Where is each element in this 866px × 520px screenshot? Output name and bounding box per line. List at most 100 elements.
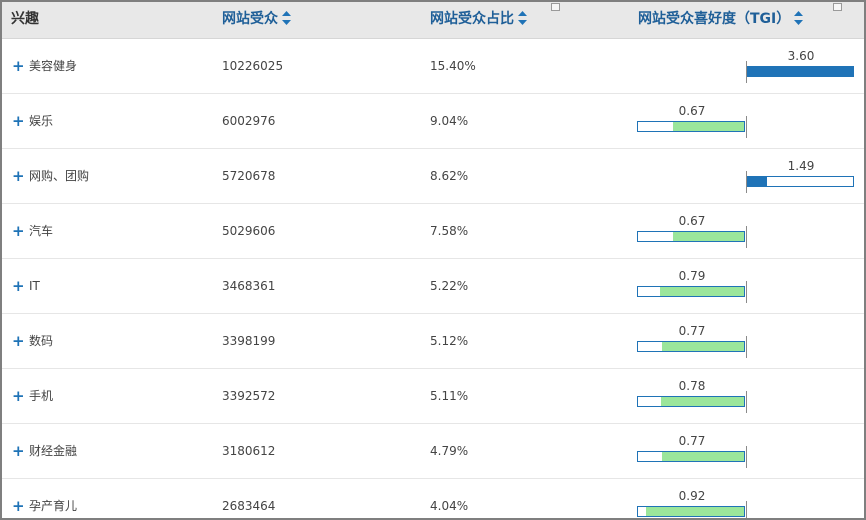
audience-share: 9.04% <box>430 114 469 128</box>
interest-name: 数码 <box>29 334 54 348</box>
tgi-bar-fill <box>747 177 767 186</box>
table-row: + 娱乐 6002976 9.04% 0.67 <box>2 94 864 149</box>
audience-share: 4.04% <box>430 499 469 513</box>
tgi-bar <box>637 341 745 352</box>
audience-count: 5720678 <box>222 169 276 183</box>
plus-icon[interactable]: + <box>12 369 25 423</box>
tgi-baseline <box>746 226 747 248</box>
audience-count: 2683464 <box>222 499 276 513</box>
plus-icon[interactable]: + <box>12 314 25 368</box>
plus-icon[interactable]: + <box>12 39 25 93</box>
tgi-baseline <box>746 116 747 138</box>
tgi-baseline <box>746 171 747 193</box>
tgi-value: 0.77 <box>678 324 706 338</box>
header-share[interactable]: 网站受众占比 <box>430 2 527 38</box>
table-row: + 数码 3398199 5.12% 0.77 <box>2 314 864 369</box>
audience-count: 3180612 <box>222 444 276 458</box>
audience-share: 15.40% <box>430 59 476 73</box>
tgi-value: 0.77 <box>678 434 706 448</box>
audience-count: 3398199 <box>222 334 276 348</box>
table-row: + 孕产育儿 2683464 4.04% 0.92 <box>2 479 864 518</box>
table-row: + 手机 3392572 5.11% 0.78 <box>2 369 864 424</box>
sort-icon[interactable] <box>794 11 804 25</box>
table-row: + 财经金融 3180612 4.79% 0.77 <box>2 424 864 479</box>
audience-share: 8.62% <box>430 169 469 183</box>
interest-name: 娱乐 <box>29 114 54 128</box>
tgi-baseline <box>746 446 747 468</box>
tgi-bar-cell: 1.49 <box>627 149 864 203</box>
audience-share: 5.12% <box>430 334 469 348</box>
interest-name: 美容健身 <box>29 59 78 73</box>
tgi-bar <box>746 66 854 77</box>
tgi-bar <box>637 506 745 517</box>
tgi-value: 0.79 <box>678 269 706 283</box>
tgi-bar-cell: 0.92 <box>627 479 864 518</box>
tgi-bar-cell: 0.67 <box>627 204 864 258</box>
audience-count: 3468361 <box>222 279 276 293</box>
audience-count: 5029606 <box>222 224 276 238</box>
column-menu-icon[interactable] <box>551 3 560 11</box>
table-header: 兴趣 网站受众 网站受众占比 网站受众喜好度（TGI） <box>2 2 864 39</box>
tgi-bar <box>746 176 854 187</box>
tgi-bar-cell: 0.77 <box>627 314 864 368</box>
tgi-value: 3.60 <box>787 49 815 63</box>
interest-name: 手机 <box>29 389 54 403</box>
plus-icon[interactable]: + <box>12 479 25 518</box>
audience-count: 6002976 <box>222 114 276 128</box>
plus-icon[interactable]: + <box>12 424 25 478</box>
tgi-bar-cell: 3.60 <box>627 39 864 93</box>
audience-count: 10226025 <box>222 59 284 73</box>
tgi-bar <box>637 286 745 297</box>
tgi-bar-fill <box>662 342 744 351</box>
tgi-baseline <box>746 391 747 413</box>
header-interest: 兴趣 <box>11 2 39 38</box>
tgi-bar-fill <box>672 232 744 241</box>
interest-name: 财经金融 <box>29 444 78 458</box>
interest-name: 孕产育儿 <box>29 499 78 513</box>
plus-icon[interactable]: + <box>12 94 25 148</box>
tgi-value: 0.92 <box>678 489 706 503</box>
tgi-value: 1.49 <box>787 159 815 173</box>
tgi-table: 兴趣 网站受众 网站受众占比 网站受众喜好度（TGI） + 美容健身 1022602… <box>0 0 866 520</box>
tgi-bar-fill <box>646 507 744 516</box>
audience-share: 4.79% <box>430 444 469 458</box>
table-row: + 网购、团购 5720678 8.62% 1.49 <box>2 149 864 204</box>
audience-share: 5.22% <box>430 279 469 293</box>
interest-name: IT <box>29 279 40 293</box>
tgi-bar <box>637 121 745 132</box>
tgi-bar <box>637 396 745 407</box>
sort-icon[interactable] <box>282 11 291 25</box>
header-tgi-label: 网站受众喜好度（TGI） <box>638 11 791 27</box>
tgi-bar-cell: 0.79 <box>627 259 864 313</box>
tgi-baseline <box>746 281 747 303</box>
interest-name: 网购、团购 <box>29 169 90 183</box>
sort-icon[interactable] <box>518 11 527 25</box>
tgi-bar-cell: 0.67 <box>627 94 864 148</box>
tgi-bar <box>637 231 745 242</box>
plus-icon[interactable]: + <box>12 149 25 203</box>
tgi-bar-fill <box>672 122 744 131</box>
tgi-bar-fill <box>662 452 744 461</box>
column-menu-icon[interactable] <box>833 3 842 11</box>
tgi-bar-fill <box>747 67 853 76</box>
tgi-bar-cell: 0.77 <box>627 424 864 478</box>
plus-icon[interactable]: + <box>12 259 25 313</box>
audience-share: 5.11% <box>430 389 469 403</box>
header-audience-label: 网站受众 <box>222 11 278 27</box>
table-row: + 美容健身 10226025 15.40% 3.60 <box>2 39 864 94</box>
plus-icon[interactable]: + <box>12 204 25 258</box>
tgi-bar-fill <box>660 287 744 296</box>
header-tgi[interactable]: 网站受众喜好度（TGI） <box>638 2 804 38</box>
tgi-bar-fill <box>661 397 744 406</box>
tgi-value: 0.78 <box>678 379 706 393</box>
table-row: + 汽车 5029606 7.58% 0.67 <box>2 204 864 259</box>
tgi-baseline <box>746 61 747 83</box>
header-interest-label: 兴趣 <box>11 11 39 27</box>
interest-name: 汽车 <box>29 224 54 238</box>
header-share-label: 网站受众占比 <box>430 11 514 27</box>
tgi-value: 0.67 <box>678 214 706 228</box>
tgi-value: 0.67 <box>678 104 706 118</box>
tgi-baseline <box>746 501 747 518</box>
header-audience[interactable]: 网站受众 <box>222 2 291 38</box>
table-row: + IT 3468361 5.22% 0.79 <box>2 259 864 314</box>
